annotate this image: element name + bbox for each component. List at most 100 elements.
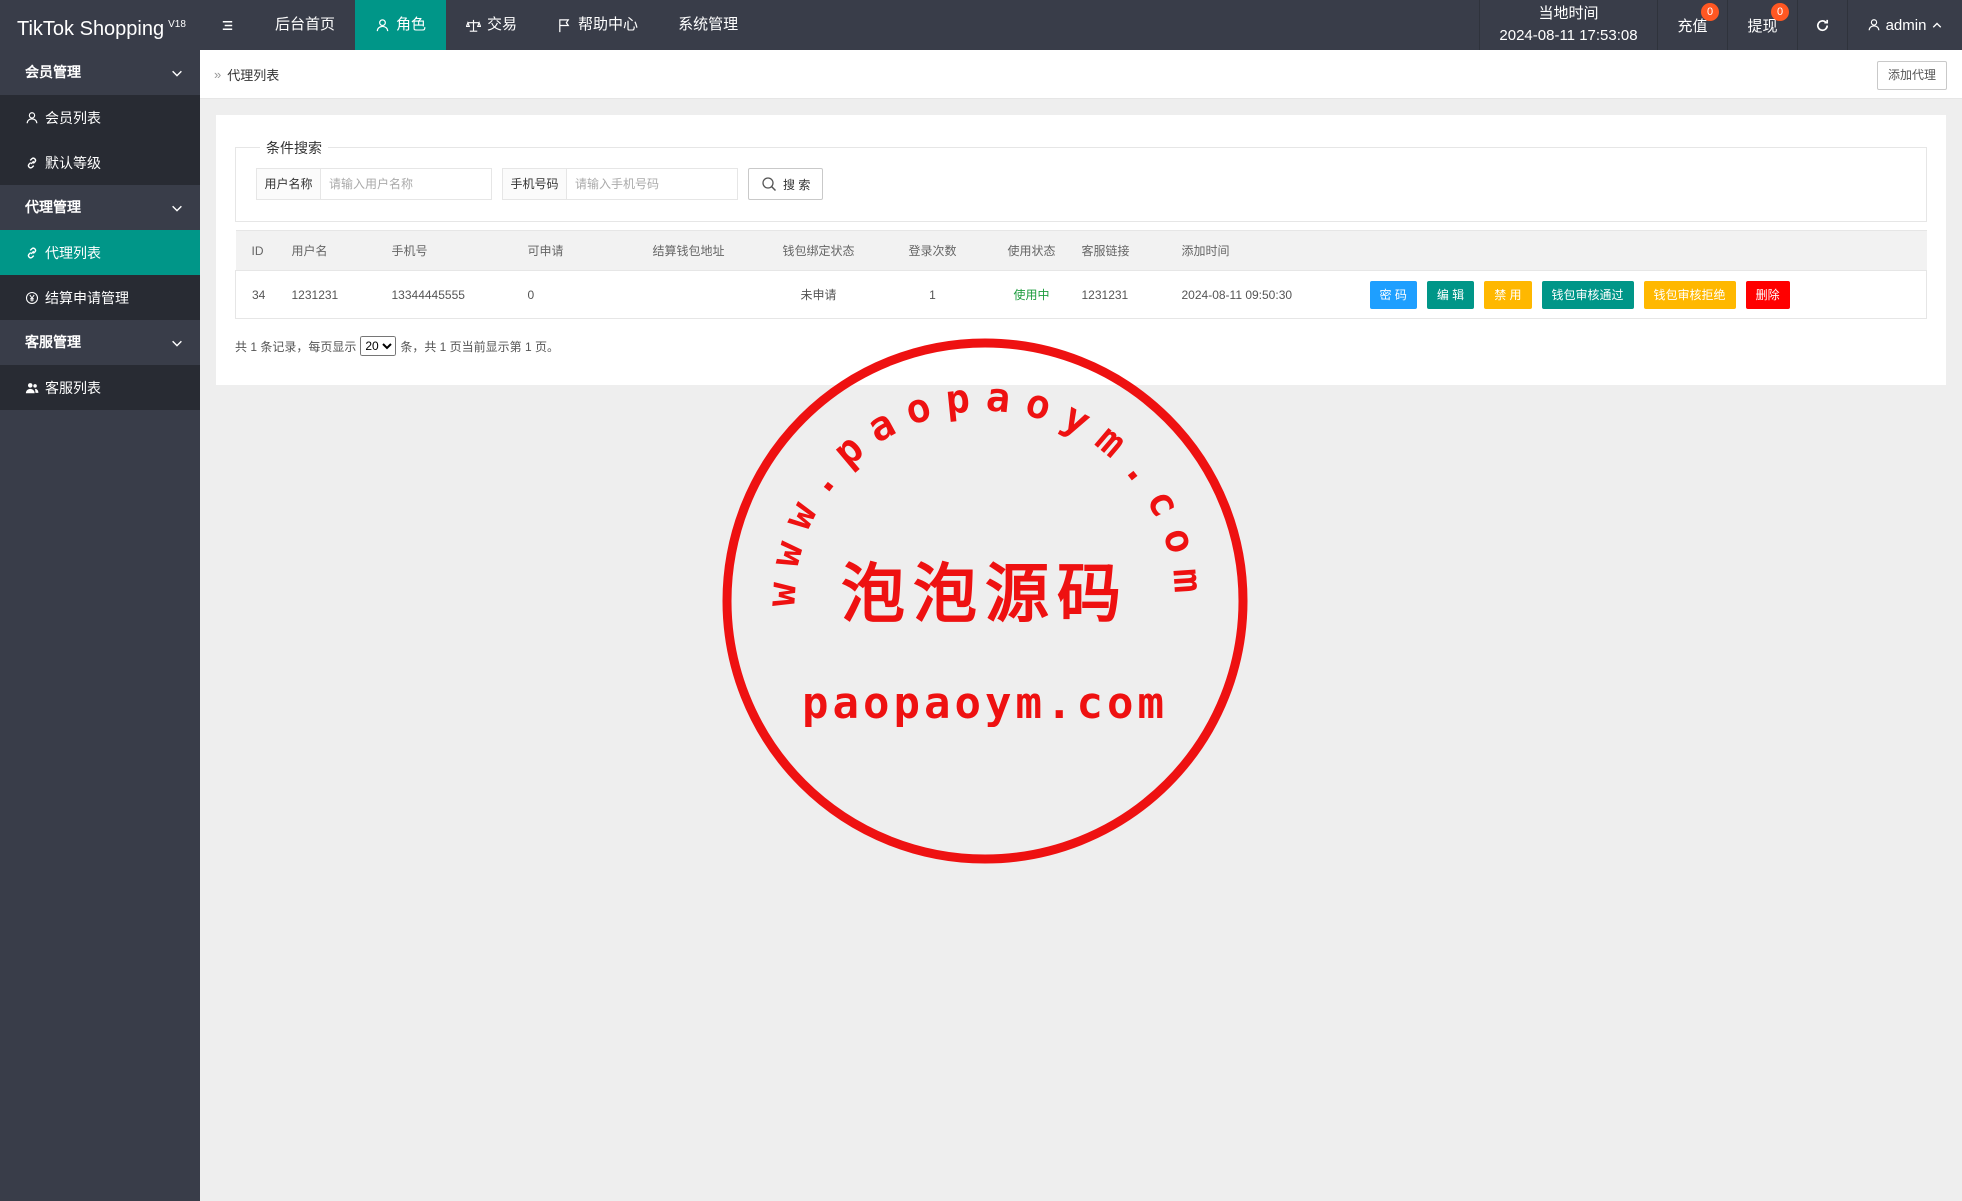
agent-table: ID 用户名 手机号 可申请 结算钱包地址 钱包绑定状态 登录次数 使用状态 客…: [235, 230, 1927, 319]
app-title: TikTok Shopping: [17, 18, 165, 40]
yen-icon: [25, 291, 39, 304]
flag-icon: [559, 18, 570, 32]
watermark-stamp: www.paopaoym.com 泡泡源码 paopaoym.com: [722, 338, 1248, 864]
local-time-value: 2024-08-11 17:53:08: [1499, 27, 1638, 44]
disable-button[interactable]: 禁 用: [1484, 280, 1532, 309]
withdraw-button[interactable]: 提现 0: [1727, 0, 1797, 50]
pager-prefix: 共 1 条记录，每页显示: [235, 339, 357, 354]
sidebar-item-default-level[interactable]: 默认等级: [0, 140, 200, 185]
search-button-label: 搜 索: [783, 177, 811, 192]
col-wallet: 结算钱包地址: [623, 230, 754, 271]
page-size-select[interactable]: 20: [360, 336, 397, 356]
user-icon: [1868, 19, 1879, 31]
cell-applicable: 0: [527, 270, 624, 319]
search-fieldset: 条件搜索 用户名称 手机号码 搜 索: [235, 138, 1927, 222]
nav-system-label: 系统管理: [678, 16, 739, 33]
col-service-link: 客服链接: [1081, 230, 1182, 271]
app-version: V18: [168, 19, 186, 30]
hamburger-icon: [222, 20, 233, 30]
col-actions: [1369, 230, 1927, 271]
username-input[interactable]: [321, 169, 491, 199]
col-added: 添加时间: [1181, 230, 1370, 271]
search-legend: 条件搜索: [260, 138, 328, 158]
search-icon: [762, 177, 777, 192]
sidebar-group-label: 代理管理: [25, 199, 81, 215]
cell-username: 1231231: [291, 270, 392, 319]
link-icon: [27, 157, 37, 168]
phone-input[interactable]: [567, 169, 737, 199]
sidebar-group-service[interactable]: 客服管理: [0, 320, 200, 365]
link-icon: [27, 247, 37, 258]
app-logo[interactable]: TikTok Shopping V18: [0, 0, 200, 50]
sidebar-item-agent-list[interactable]: 代理列表: [0, 230, 200, 275]
sidebar-item-member-list[interactable]: 会员列表: [0, 95, 200, 140]
cell-added: 2024-08-11 09:50:30: [1181, 270, 1370, 319]
wallet-reject-button[interactable]: 钱包审核拒绝: [1643, 280, 1736, 309]
nav-role-label: 角色: [396, 16, 427, 33]
sidebar-group-label: 客服管理: [25, 334, 81, 350]
cell-id: 34: [235, 270, 292, 319]
breadcrumb-current: 代理列表: [227, 67, 280, 83]
withdraw-badge: 0: [1771, 3, 1789, 21]
nav-item-home[interactable]: 后台首页: [255, 0, 355, 50]
recharge-button[interactable]: 充值 0: [1657, 0, 1727, 50]
stamp-bottom-text: paopaoym.com: [802, 678, 1168, 729]
scale-icon: [466, 19, 482, 32]
chevron-down-icon: [172, 340, 182, 347]
delete-button[interactable]: 删除: [1745, 280, 1790, 309]
chevron-down-icon: [172, 70, 182, 77]
col-status: 使用状态: [981, 230, 1082, 271]
top-bar: TikTok Shopping V18 后台首页 角色 交易 帮助中心 系统管理 …: [0, 0, 1962, 50]
username-group: 用户名称: [256, 168, 492, 200]
sidebar: 会员管理 会员列表 默认等级 代理管理 代理列表 结算申请管理 客服管理 客服列…: [0, 50, 200, 1201]
user-icon: [376, 18, 389, 31]
cell-actions: 密 码 编 辑 禁 用 钱包审核通过 钱包审核拒绝 删除: [1369, 270, 1927, 319]
refresh-icon: [1817, 19, 1829, 31]
search-button[interactable]: 搜 索: [748, 168, 824, 200]
chevron-down-icon: [172, 205, 182, 212]
local-time: 当地时间 2024-08-11 17:53:08: [1479, 0, 1657, 50]
nav-item-trade[interactable]: 交易: [446, 0, 537, 50]
stamp-center-text: 泡泡源码: [841, 557, 1129, 632]
sidebar-item-label: 客服列表: [45, 379, 101, 396]
edit-button[interactable]: 编 辑: [1426, 280, 1475, 309]
wallet-approve-button[interactable]: 钱包审核通过: [1541, 280, 1634, 309]
add-agent-button[interactable]: 添加代理: [1876, 61, 1947, 90]
sidebar-item-label: 会员列表: [45, 109, 101, 126]
user-name: admin: [1885, 16, 1927, 34]
sidebar-item-label: 默认等级: [45, 154, 101, 171]
user-menu[interactable]: admin: [1847, 0, 1962, 50]
sidebar-group-agents[interactable]: 代理管理: [0, 185, 200, 230]
nav-home-label: 后台首页: [275, 16, 336, 33]
col-phone: 手机号: [391, 230, 528, 271]
table-header-row: ID 用户名 手机号 可申请 结算钱包地址 钱包绑定状态 登录次数 使用状态 客…: [235, 230, 1927, 271]
col-logins: 登录次数: [883, 230, 982, 271]
nav-item-system[interactable]: 系统管理: [658, 0, 758, 50]
nav-help-label: 帮助中心: [578, 16, 639, 33]
sidebar-group-members[interactable]: 会员管理: [0, 50, 200, 95]
nav-item-role[interactable]: 角色: [355, 0, 447, 50]
sidebar-group-label: 会员管理: [25, 64, 81, 80]
col-wallet-status: 钱包绑定状态: [753, 230, 884, 271]
menu-toggle-button[interactable]: [200, 0, 255, 50]
table-row: 34 1231231 13344445555 0 未申请 1 使用中 12312…: [235, 270, 1927, 319]
cell-wallet-status: 未申请: [753, 270, 884, 319]
recharge-badge: 0: [1701, 3, 1719, 21]
cell-wallet: [623, 270, 754, 319]
refresh-button[interactable]: [1797, 0, 1847, 50]
password-button[interactable]: 密 码: [1369, 280, 1417, 309]
top-right-area: 当地时间 2024-08-11 17:53:08 充值 0 提现 0 admin: [1479, 0, 1962, 50]
sidebar-item-settlement[interactable]: 结算申请管理: [0, 275, 200, 320]
users-icon: [25, 382, 39, 393]
nav-item-help[interactable]: 帮助中心: [537, 0, 658, 50]
pager-suffix: 条，共 1 页当前显示第 1 页。: [400, 339, 560, 354]
phone-label: 手机号码: [503, 169, 567, 199]
phone-group: 手机号码: [502, 168, 738, 200]
col-applicable: 可申请: [527, 230, 624, 271]
col-id: ID: [235, 230, 292, 271]
cell-logins: 1: [883, 270, 982, 319]
local-time-label: 当地时间: [1538, 5, 1599, 22]
sidebar-item-service-list[interactable]: 客服列表: [0, 365, 200, 410]
search-row: 用户名称 手机号码 搜 索: [256, 168, 824, 200]
breadcrumb-separator-icon: »: [214, 66, 222, 82]
